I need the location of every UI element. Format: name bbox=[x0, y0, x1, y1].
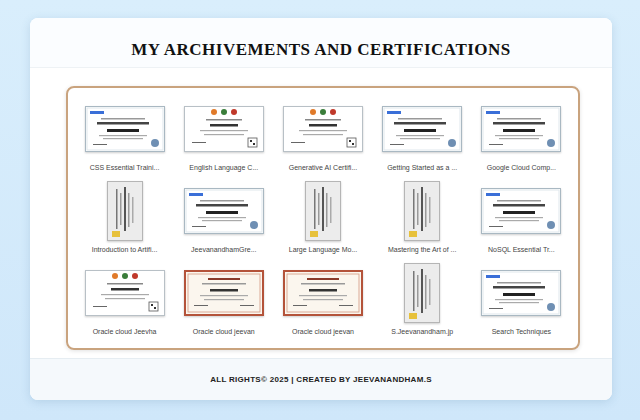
certificate-item[interactable]: Generative AI Certifi... bbox=[276, 98, 369, 174]
certificate-thumbnail-icon[interactable] bbox=[305, 181, 341, 241]
certificate-item[interactable]: Search Techniques bbox=[475, 262, 568, 338]
certificate-caption: Introduction to Artifi... bbox=[92, 245, 158, 254]
content: CSS Essential Traini... English Language … bbox=[30, 68, 612, 358]
thumbnail-area bbox=[78, 180, 171, 242]
certificate-item[interactable]: Oracle cloud jeevan bbox=[177, 262, 270, 338]
certificate-caption: Getting Started as a ... bbox=[387, 163, 457, 172]
certificate-gallery: CSS Essential Traini... English Language … bbox=[66, 86, 580, 350]
certificate-thumbnail-icon[interactable] bbox=[283, 106, 363, 152]
certificate-caption: Google Cloud Comp... bbox=[487, 163, 556, 172]
certificate-caption: NoSQL Essential Tr... bbox=[488, 245, 555, 254]
certificate-thumbnail-icon[interactable] bbox=[481, 106, 561, 152]
thumbnail-area bbox=[475, 98, 568, 160]
certificate-thumbnail-icon[interactable] bbox=[184, 188, 264, 234]
thumbnail-area bbox=[475, 180, 568, 242]
certificate-item[interactable]: Google Cloud Comp... bbox=[475, 98, 568, 174]
certificate-thumbnail-icon[interactable] bbox=[404, 263, 440, 323]
footer: ALL RIGHTS© 2025 | CREATED BY JEEVANANDH… bbox=[30, 358, 612, 400]
page: MY ARCHIVEMENTS AND CERTIFICATIONS CSS Es… bbox=[0, 0, 640, 420]
certificate-thumbnail-icon[interactable] bbox=[404, 181, 440, 241]
certificate-thumbnail-icon[interactable] bbox=[107, 181, 143, 241]
thumbnail-area bbox=[177, 262, 270, 324]
certificate-thumbnail-icon[interactable] bbox=[283, 270, 363, 316]
certificate-caption: Large Language Mo... bbox=[289, 245, 358, 254]
certificate-item[interactable]: Oracle cloud jeevan bbox=[276, 262, 369, 338]
certificate-thumbnail-icon[interactable] bbox=[184, 270, 264, 316]
achievements-card: MY ARCHIVEMENTS AND CERTIFICATIONS CSS Es… bbox=[30, 18, 612, 400]
certificate-caption: JeevanandhamGre... bbox=[191, 245, 256, 254]
certificate-caption: Oracle cloud jeevan bbox=[193, 327, 255, 336]
thumbnail-area bbox=[276, 262, 369, 324]
header: MY ARCHIVEMENTS AND CERTIFICATIONS bbox=[30, 18, 612, 68]
certificate-item[interactable]: Getting Started as a ... bbox=[376, 98, 469, 174]
thumbnail-area bbox=[276, 98, 369, 160]
certificate-item[interactable]: NoSQL Essential Tr... bbox=[475, 180, 568, 256]
certificate-caption: Oracle cloud jeevan bbox=[292, 327, 354, 336]
certificate-thumbnail-icon[interactable] bbox=[382, 106, 462, 152]
page-title: MY ARCHIVEMENTS AND CERTIFICATIONS bbox=[30, 40, 612, 60]
thumbnail-area bbox=[177, 180, 270, 242]
certificate-caption: CSS Essential Traini... bbox=[90, 163, 160, 172]
thumbnail-area bbox=[78, 262, 171, 324]
certificate-caption: English Language C... bbox=[189, 163, 258, 172]
certificate-caption: Search Techniques bbox=[492, 327, 551, 336]
certificate-thumbnail-icon[interactable] bbox=[85, 106, 165, 152]
thumbnail-area bbox=[376, 98, 469, 160]
thumbnail-area bbox=[177, 98, 270, 160]
certificate-thumbnail-icon[interactable] bbox=[481, 188, 561, 234]
copyright-text: ALL RIGHTS© 2025 | CREATED BY JEEVANANDH… bbox=[210, 375, 432, 384]
certificate-thumbnail-icon[interactable] bbox=[481, 270, 561, 316]
certificate-thumbnail-icon[interactable] bbox=[184, 106, 264, 152]
certificate-thumbnail-icon[interactable] bbox=[85, 270, 165, 316]
thumbnail-area bbox=[376, 180, 469, 242]
thumbnail-area bbox=[78, 98, 171, 160]
certificate-item[interactable]: English Language C... bbox=[177, 98, 270, 174]
certificate-caption: Generative AI Certifi... bbox=[289, 163, 357, 172]
certificate-item[interactable]: Large Language Mo... bbox=[276, 180, 369, 256]
thumbnail-area bbox=[276, 180, 369, 242]
certificate-item[interactable]: Introduction to Artifi... bbox=[78, 180, 171, 256]
certificate-caption: Oracle cloud Jeevha bbox=[93, 327, 157, 336]
certificate-item[interactable]: JeevanandhamGre... bbox=[177, 180, 270, 256]
certificate-item[interactable]: Mastering the Art of ... bbox=[376, 180, 469, 256]
thumbnail-area bbox=[475, 262, 568, 324]
certificate-item[interactable]: Oracle cloud Jeevha bbox=[78, 262, 171, 338]
certificate-item[interactable]: S.Jeevanandham.jp bbox=[376, 262, 469, 338]
certificate-item[interactable]: CSS Essential Traini... bbox=[78, 98, 171, 174]
certificate-caption: Mastering the Art of ... bbox=[388, 245, 456, 254]
thumbnail-area bbox=[376, 262, 469, 324]
certificate-caption: S.Jeevanandham.jp bbox=[391, 327, 453, 336]
